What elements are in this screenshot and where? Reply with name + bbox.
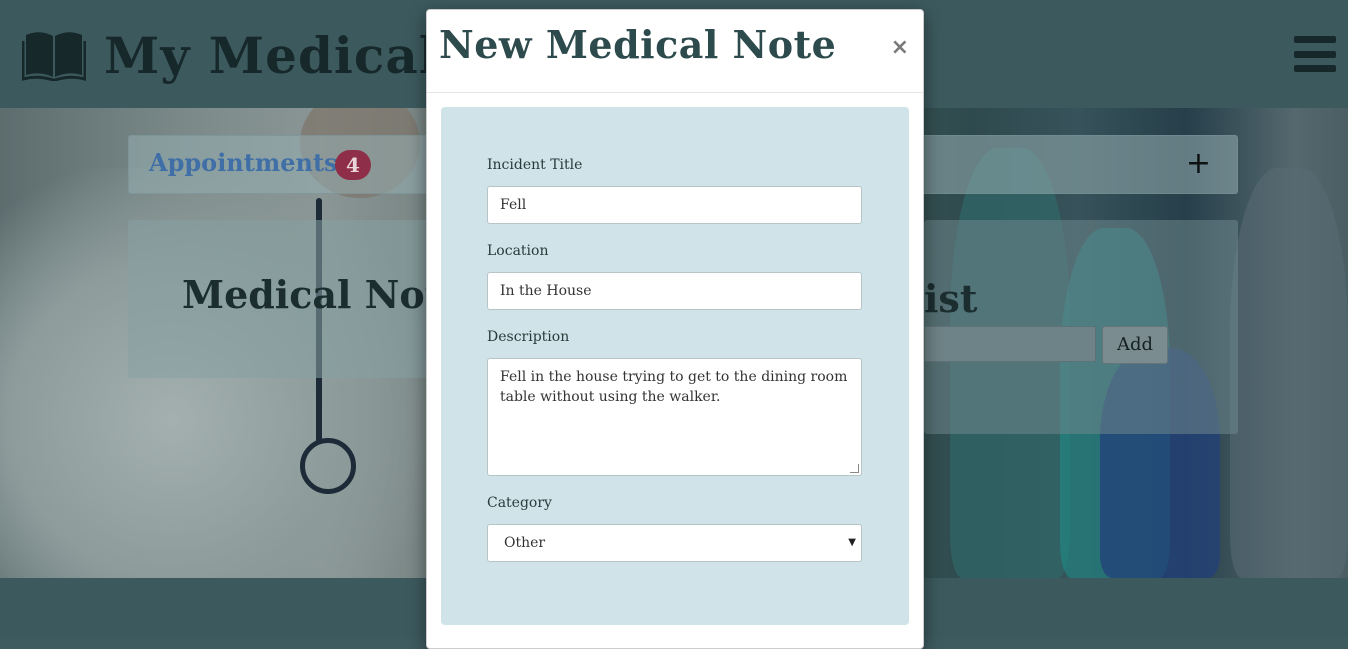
list-add-button[interactable]: Add xyxy=(1102,326,1168,364)
caret-down-icon: ▼ xyxy=(848,537,856,548)
modal-title: New Medical Note xyxy=(439,22,837,67)
description-textarea[interactable]: Fell in the house trying to get to the d… xyxy=(487,358,862,476)
incident-title-input[interactable]: Fell xyxy=(487,186,862,224)
appointments-count-badge: 4 xyxy=(335,150,371,180)
medical-notes-panel: Medical Note xyxy=(128,220,466,378)
category-label: Category xyxy=(487,495,552,511)
hamburger-icon[interactable] xyxy=(1294,36,1336,72)
description-text: Fell in the house trying to get to the d… xyxy=(500,369,848,405)
medical-notes-heading: Medical Note xyxy=(182,272,467,317)
description-label: Description xyxy=(487,329,570,345)
brand-title: My Medical xyxy=(104,25,439,85)
list-item-input[interactable] xyxy=(924,326,1096,362)
incident-title-label: Incident Title xyxy=(487,157,583,173)
brand[interactable]: My Medical xyxy=(21,20,439,90)
list-heading: ist xyxy=(924,276,978,321)
new-medical-note-modal: New Medical Note × Incident Title Fell L… xyxy=(426,9,924,649)
location-label: Location xyxy=(487,243,549,259)
category-selected-value: Other xyxy=(504,535,546,551)
modal-header: New Medical Note × xyxy=(427,10,923,93)
list-panel: ist Add xyxy=(924,220,1238,434)
close-icon[interactable]: × xyxy=(891,36,909,60)
resize-handle-icon[interactable] xyxy=(850,464,859,473)
stethoscope-image xyxy=(300,438,356,494)
location-input[interactable]: In the House xyxy=(487,272,862,310)
note-form: Incident Title Fell Location In the Hous… xyxy=(441,107,909,625)
add-appointment-button[interactable]: + xyxy=(1186,146,1211,181)
book-icon xyxy=(21,29,87,82)
category-select[interactable]: Other ▼ xyxy=(487,524,862,562)
appointments-link[interactable]: Appointments xyxy=(149,148,338,177)
